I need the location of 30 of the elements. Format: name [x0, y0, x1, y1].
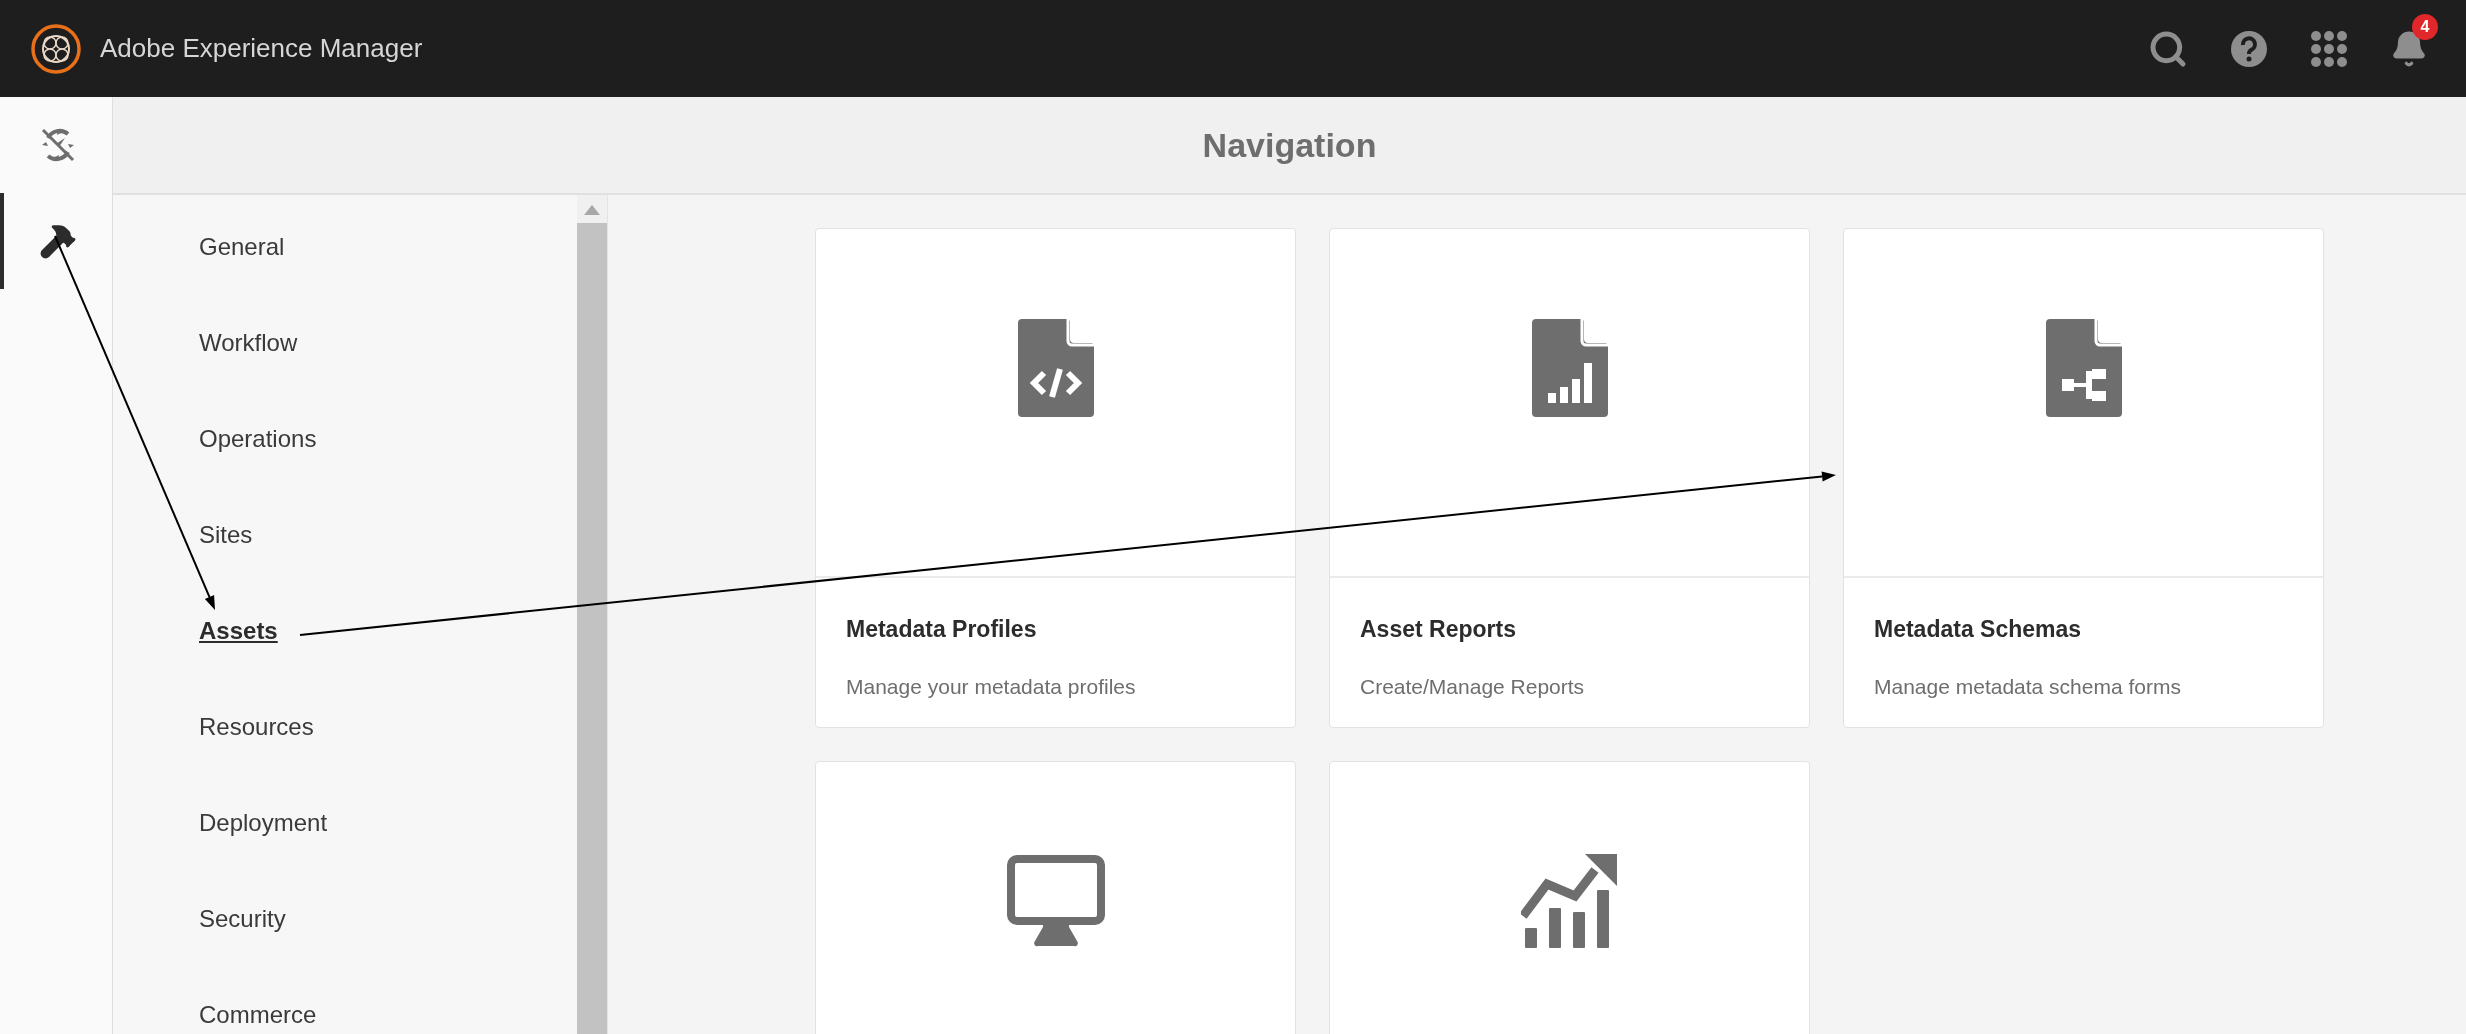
menu-item[interactable]: General: [199, 229, 285, 265]
menu-item[interactable]: Assets: [199, 613, 278, 649]
menu-item[interactable]: Sites: [199, 517, 253, 553]
card-title: Metadata Schemas: [1874, 615, 2083, 644]
menu-item[interactable]: Security: [199, 901, 286, 937]
help-button[interactable]: [2230, 29, 2268, 68]
code-file-icon: [1017, 318, 1094, 417]
menu-item[interactable]: Workflow: [199, 325, 298, 361]
card[interactable]: Metadata Schemas Manage metadata schema forms: [1843, 228, 2324, 728]
app-title: Adobe Experience Manager: [100, 32, 423, 65]
card-title: Asset Reports: [1360, 615, 1517, 644]
logo-icon: [30, 22, 82, 75]
growth-chart-icon: [1520, 851, 1619, 950]
card-description: Manage your metadata profiles: [846, 673, 1137, 700]
menu-item[interactable]: Commerce: [199, 997, 317, 1033]
diagram-file-icon: [2045, 318, 2122, 417]
card[interactable]: Asset Reports Create/Manage Reports: [1329, 228, 1810, 728]
apps-grid-button[interactable]: [2310, 30, 2348, 67]
menu-item[interactable]: Deployment: [199, 805, 328, 841]
card-description: Create/Manage Reports: [1360, 673, 1586, 700]
menu-item[interactable]: Operations: [199, 421, 317, 457]
monitor-icon: [1006, 854, 1105, 947]
hammer-icon: [39, 222, 77, 260]
card[interactable]: Metadata Profiles Manage your metadata profiles: [815, 228, 1296, 728]
chart-file-icon: [1531, 318, 1608, 417]
notification-badge: 4: [2412, 13, 2438, 40]
menu-item[interactable]: Resources: [199, 709, 314, 745]
page-title: Navigation: [1202, 124, 1377, 166]
card-title: Metadata Profiles: [846, 615, 1038, 644]
card-description: Manage metadata schema forms: [1874, 673, 2182, 700]
